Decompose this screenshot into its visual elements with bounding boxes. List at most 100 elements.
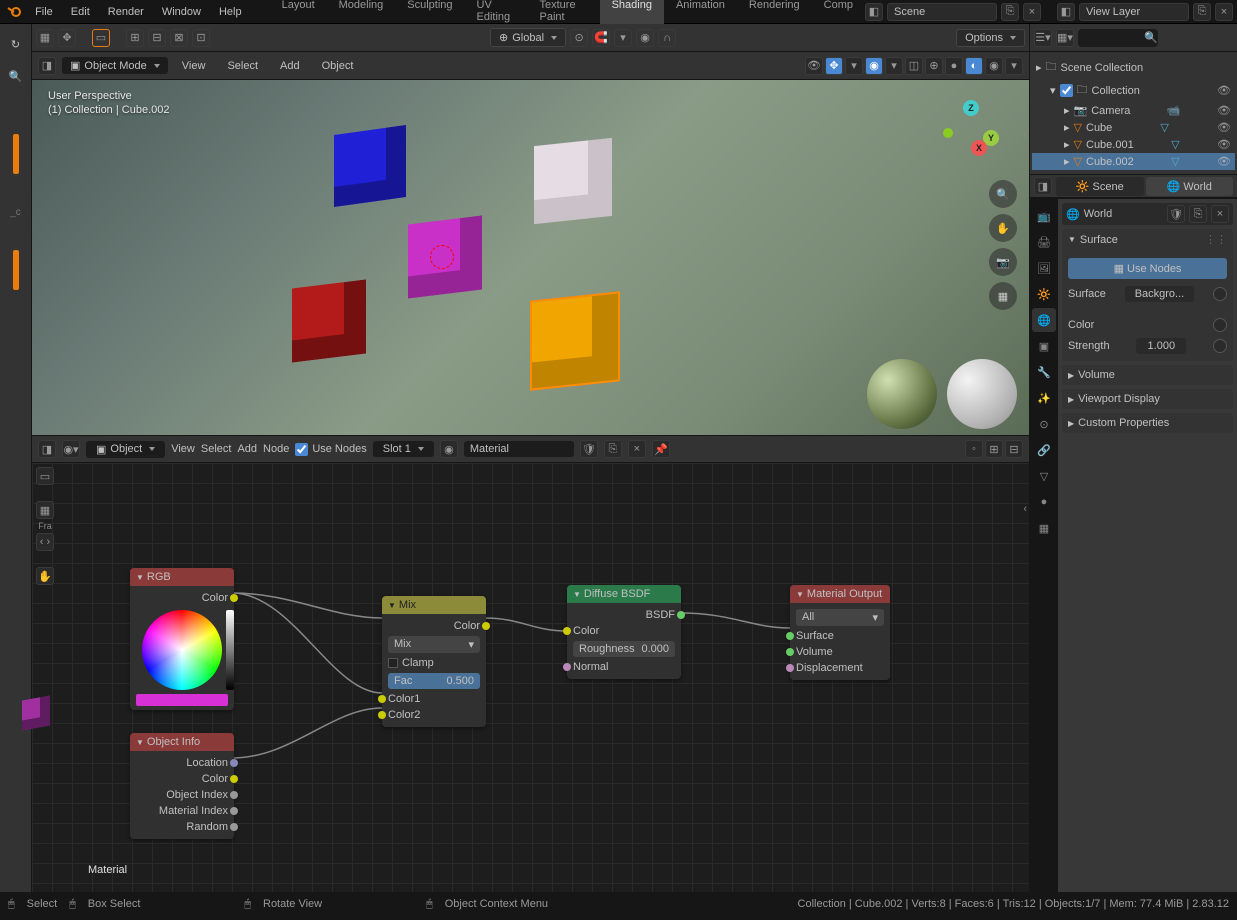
- prop-tab-render-icon[interactable]: 📺: [1032, 204, 1056, 228]
- perspective-toggle-icon[interactable]: ▦: [989, 282, 1017, 310]
- eye-icon[interactable]: 👁: [1217, 155, 1231, 168]
- snap-type-icon[interactable]: ▾: [614, 29, 632, 47]
- shading-preview-icon[interactable]: ◐: [965, 57, 983, 75]
- node-object-info[interactable]: ▼Object Info LocationColorObject IndexMa…: [130, 733, 234, 839]
- tool-letters-c[interactable]: _c: [2, 198, 30, 226]
- color-wheel-icon[interactable]: [142, 610, 222, 690]
- viewport-editor-icon[interactable]: ◨: [38, 57, 56, 75]
- node-menu-view[interactable]: View: [171, 443, 195, 455]
- outliner-collection[interactable]: ▾🗀Collection👁: [1032, 79, 1235, 102]
- strength-value[interactable]: 1.000: [1136, 338, 1186, 354]
- node-diffuse-bsdf[interactable]: ▼Diffuse BSDF BSDF Color Roughness0.000 …: [567, 585, 681, 679]
- overlay-dropdown-icon[interactable]: ▾: [885, 57, 903, 75]
- 3d-viewport[interactable]: User Perspective (1) Collection | Cube.0…: [32, 80, 1029, 435]
- outliner-item-cube-001[interactable]: ▸▽Cube.001▽👁: [1032, 136, 1235, 153]
- node-material-output[interactable]: ▼Material Output All▾ Surface Volume Dis…: [790, 585, 890, 680]
- roughness-slider[interactable]: Roughness0.000: [573, 641, 675, 657]
- unlink-material-icon[interactable]: ×: [628, 440, 646, 458]
- pin-icon[interactable]: 📌: [652, 440, 670, 458]
- snap-set-1-icon[interactable]: ⊞: [126, 29, 144, 47]
- material-browse-icon[interactable]: ◉: [440, 440, 458, 458]
- tab-world[interactable]: 🌐 World: [1146, 177, 1234, 196]
- unlink-world-icon[interactable]: ×: [1211, 205, 1229, 223]
- node-misc-icon[interactable]: ⊟: [1005, 440, 1023, 458]
- prop-tab-object-icon[interactable]: ▣: [1032, 334, 1056, 358]
- shader-type-icon[interactable]: ◉▾: [62, 440, 80, 458]
- menu-window[interactable]: Window: [154, 3, 209, 21]
- tool-item-1[interactable]: [13, 134, 19, 174]
- viewport-menu-view[interactable]: View: [174, 57, 214, 75]
- custom-props-panel-header[interactable]: ▶Custom Properties: [1062, 413, 1233, 433]
- node-editor-canvas[interactable]: ▭ ▦ Fra ‹ › ✋ ▼RGB Color: [32, 463, 1029, 892]
- visibility-eye-icon[interactable]: 👁: [805, 57, 823, 75]
- proportional-type-icon[interactable]: ∩: [658, 29, 676, 47]
- tab-scene[interactable]: 🔆 Scene: [1056, 177, 1144, 196]
- camera-view-icon[interactable]: 📷: [989, 248, 1017, 276]
- navigation-gizmo[interactable]: Z Y X: [943, 100, 999, 156]
- node-frame-icon[interactable]: ▦: [36, 501, 54, 519]
- menu-render[interactable]: Render: [100, 3, 152, 21]
- output-target-dropdown[interactable]: All▾: [796, 609, 884, 626]
- tool-item-2[interactable]: [13, 250, 19, 290]
- shading-solid-icon[interactable]: ●: [945, 57, 963, 75]
- outliner-item-camera[interactable]: ▸📷Camera📹👁: [1032, 102, 1235, 119]
- use-nodes-button[interactable]: ▦ Use Nodes: [1068, 258, 1227, 279]
- prop-tab-output-icon[interactable]: 🖨: [1032, 230, 1056, 254]
- tool-rotate-icon[interactable]: ↻: [2, 30, 30, 58]
- prop-tab-scene-icon[interactable]: 🔆: [1032, 282, 1056, 306]
- viewlayer-browse-icon[interactable]: ◧: [1057, 3, 1075, 21]
- node-menu-node[interactable]: Node: [263, 443, 289, 455]
- cube-orange-selected[interactable]: [532, 293, 618, 388]
- snap-toggle-icon[interactable]: 🧲: [592, 29, 610, 47]
- prop-tab-material-icon[interactable]: ●: [1032, 490, 1056, 514]
- fac-slider[interactable]: Fac0.500: [388, 673, 480, 689]
- hdri-sphere-icon[interactable]: [867, 359, 937, 429]
- outliner-scene-collection[interactable]: ▸🗀Scene Collection: [1032, 56, 1235, 79]
- viewport-menu-object[interactable]: Object: [314, 57, 362, 75]
- cube-white[interactable]: [534, 138, 612, 224]
- prop-tab-world-icon[interactable]: 🌐: [1032, 308, 1056, 332]
- outliner-item-cube-002[interactable]: ▸▽Cube.002▽👁: [1032, 153, 1235, 170]
- delete-viewlayer-icon[interactable]: ×: [1215, 3, 1233, 21]
- menu-file[interactable]: File: [27, 3, 61, 21]
- node-editor-type-icon[interactable]: ◨: [38, 440, 56, 458]
- surface-link-icon[interactable]: [1213, 287, 1227, 301]
- outliner-editor-icon[interactable]: ☰▾: [1034, 29, 1052, 47]
- cube-blue[interactable]: [334, 125, 406, 207]
- pan-icon[interactable]: ✋: [989, 214, 1017, 242]
- eye-icon[interactable]: 👁: [1217, 121, 1231, 134]
- material-slot-dropdown[interactable]: Slot 1: [373, 441, 434, 457]
- node-select-tool-icon[interactable]: ▭: [36, 467, 54, 485]
- snap-set-4-icon[interactable]: ⊡: [192, 29, 210, 47]
- new-viewlayer-icon[interactable]: ⎘: [1193, 3, 1211, 21]
- zoom-icon[interactable]: 🔍: [989, 180, 1017, 208]
- camera-data-icon[interactable]: 📹: [1167, 104, 1181, 117]
- shading-rendered-icon[interactable]: ◉: [985, 57, 1003, 75]
- surface-panel-header[interactable]: ▼Surface⋮⋮: [1062, 229, 1233, 250]
- mesh-data-icon[interactable]: ▽: [1160, 121, 1168, 134]
- material-name-field[interactable]: Material: [464, 441, 574, 457]
- cube-red[interactable]: [292, 279, 366, 362]
- menu-edit[interactable]: Edit: [63, 3, 98, 21]
- tool-search-icon[interactable]: 🔍: [2, 62, 30, 90]
- scene-browse-icon[interactable]: ◧: [865, 3, 883, 21]
- eye-icon[interactable]: 👁: [1217, 138, 1231, 151]
- prop-tab-constraint-icon[interactable]: 🔗: [1032, 438, 1056, 462]
- prop-tab-particle-icon[interactable]: ✨: [1032, 386, 1056, 410]
- prop-tab-texture-icon[interactable]: ▦: [1032, 516, 1056, 540]
- viewport-display-panel-header[interactable]: ▶Viewport Display: [1062, 389, 1233, 409]
- surface-type-value[interactable]: Backgro...: [1125, 286, 1195, 302]
- xray-icon[interactable]: ◫: [905, 57, 923, 75]
- prop-tab-data-icon[interactable]: ▽: [1032, 464, 1056, 488]
- snap-set-2-icon[interactable]: ⊟: [148, 29, 166, 47]
- viewlayer-name-field[interactable]: View Layer: [1079, 3, 1189, 21]
- node-sidebar-toggle-icon[interactable]: ‹: [1023, 503, 1027, 515]
- overlay-toggle-icon[interactable]: ◉: [865, 57, 883, 75]
- orientation-dropdown[interactable]: ⊕ Global: [490, 28, 566, 47]
- use-nodes-checkbox[interactable]: Use Nodes: [295, 443, 366, 456]
- prop-tab-physics-icon[interactable]: ⊙: [1032, 412, 1056, 436]
- axis-z-icon[interactable]: Z: [963, 100, 979, 116]
- world-datablock-field[interactable]: 🌐 World 🛡 ⎘ ×: [1062, 203, 1233, 225]
- mesh-data-icon[interactable]: ▽: [1171, 155, 1179, 168]
- viewport-menu-select[interactable]: Select: [219, 57, 266, 75]
